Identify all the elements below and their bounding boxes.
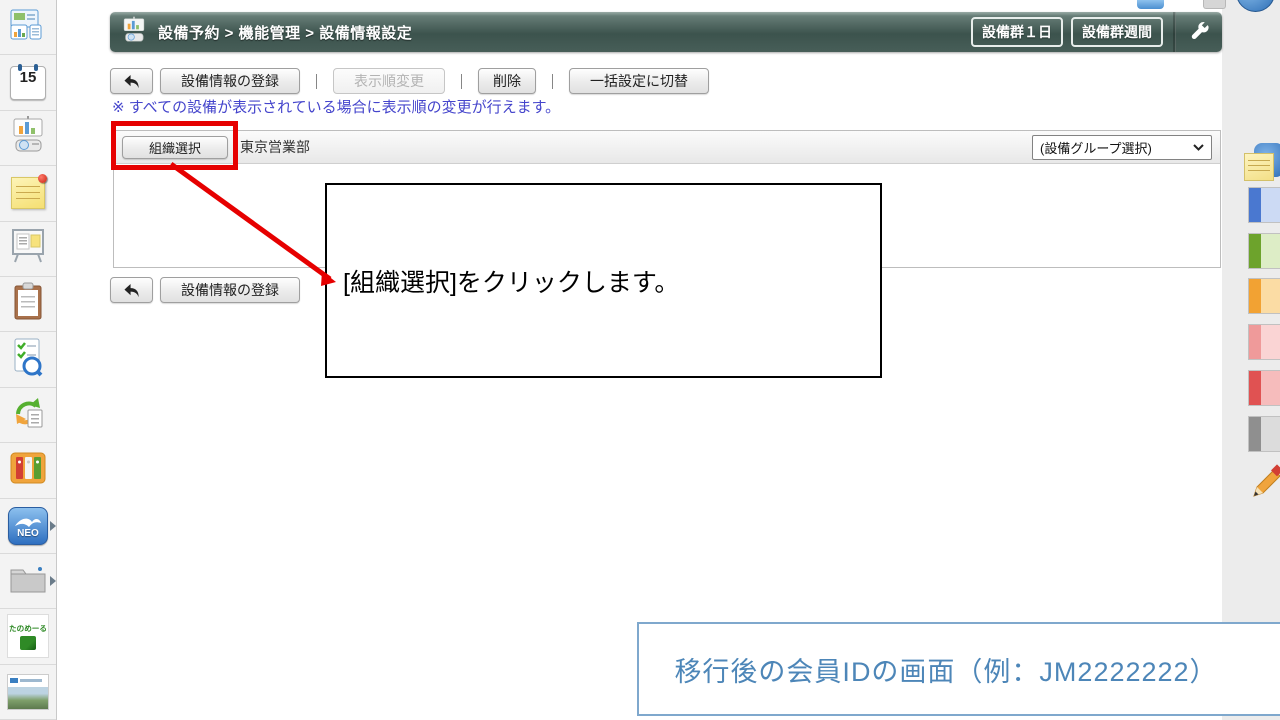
chevron-down-icon [1193, 143, 1204, 151]
calendar-day: 15 [19, 68, 37, 86]
page-title: 設備予約 > 機能管理 > 設備情報設定 [158, 24, 413, 42]
app-header-bar: 設備予約 > 機能管理 > 設備情報設定 設備群１日 設備群週間 [110, 12, 1222, 52]
calendar-icon: 15 [10, 63, 46, 100]
back-arrow-icon [124, 74, 139, 88]
sidebar-item-circulation[interactable] [0, 388, 56, 444]
panel-header-row: 組織選択 東京営業部 (設備グループ選択) [114, 131, 1220, 164]
tanomail-mascot-icon [20, 635, 36, 650]
sidebar-item-todo[interactable] [0, 277, 56, 333]
back-button[interactable] [110, 277, 153, 303]
expand-arrow-icon[interactable] [50, 576, 56, 587]
tanomail-label: たのめーる [9, 624, 47, 633]
reorder-note: ※ すべての設備が表示されている場合に表示順の変更が行えます。 [112, 99, 561, 116]
toolbar-separator: ｜ [309, 73, 325, 91]
neo-label: NEO [17, 527, 39, 539]
sidebar-item-neo[interactable]: NEO [0, 499, 56, 554]
circulation-icon [8, 392, 48, 437]
bulletin-board-icon [8, 227, 48, 270]
bulk-setting-button[interactable]: 一括設定に切替 [569, 68, 710, 94]
facility-icon [120, 16, 148, 49]
reorder-button[interactable]: 表示順変更 [333, 68, 446, 94]
pin-icon [38, 174, 47, 184]
sidebar-item-folder[interactable] [0, 554, 56, 610]
sidebar-item-survey[interactable] [0, 332, 56, 388]
folder-icon [7, 562, 49, 601]
clipboard-icon [10, 282, 46, 327]
pencil-icon[interactable] [1250, 462, 1280, 505]
color-label-red[interactable] [1248, 370, 1280, 406]
cropped-top-icon [1137, 0, 1164, 9]
facility-group-day-button[interactable]: 設備群１日 [971, 17, 1063, 47]
expand-arrow-icon[interactable] [50, 520, 56, 531]
facility-group-week-button[interactable]: 設備群週間 [1071, 17, 1163, 47]
instruction-callout: [組織選択]をクリックします。 [325, 183, 882, 378]
color-label-blue[interactable] [1248, 187, 1280, 223]
facility-group-select-value: (設備グループ選択) [1040, 140, 1152, 156]
sidebar-item-bulletin[interactable] [0, 222, 56, 277]
sidebar-item-schedule[interactable]: 15 [0, 55, 56, 111]
color-label-green[interactable] [1248, 233, 1280, 269]
facility-icon [8, 116, 48, 159]
sidebar-item-photo-ad[interactable] [0, 665, 56, 720]
memo-note-icon [11, 174, 47, 210]
back-button[interactable] [110, 68, 153, 94]
slide-caption-text: 移行後の会員IDの画面（例：JM2222222） [674, 656, 1218, 687]
delete-button[interactable]: 削除 [478, 68, 537, 94]
right-icon-strip [1222, 0, 1280, 720]
back-arrow-icon [124, 283, 139, 297]
toolbar-separator: ｜ [454, 73, 470, 91]
sidebar-item-binder[interactable] [0, 443, 56, 499]
sidebar-item-portal[interactable] [0, 0, 56, 56]
app-sidebar: 15 NEO たのめーる [0, 0, 57, 720]
tanomail-icon: たのめーる [7, 614, 49, 659]
survey-icon [8, 337, 48, 382]
top-toolbar: 設備情報の登録 ｜ 表示順変更 ｜ 削除 ｜ 一括設定に切替 [110, 68, 710, 94]
info-note-icon[interactable] [1244, 143, 1280, 185]
toolbar-separator: ｜ [545, 73, 561, 91]
highlight-rectangle [111, 121, 238, 170]
sidebar-item-tanomail[interactable]: たのめーる [0, 609, 56, 665]
neo-icon: NEO [8, 506, 48, 545]
selected-org-name: 東京営業部 [240, 139, 311, 155]
photo-ad-icon [7, 673, 49, 710]
facility-group-select[interactable]: (設備グループ選択) [1032, 134, 1212, 160]
wrench-icon [1191, 22, 1209, 40]
settings-wrench-button[interactable] [1176, 12, 1222, 52]
color-label-pink[interactable] [1248, 324, 1280, 360]
color-label-orange[interactable] [1248, 278, 1280, 314]
portal-icon [8, 8, 48, 47]
sidebar-item-facility[interactable] [0, 111, 56, 167]
slide-caption-box: 移行後の会員IDの画面（例：JM2222222） [637, 622, 1280, 716]
sidebar-item-memo[interactable] [0, 166, 56, 222]
binder-icon [8, 450, 48, 491]
color-label-gray[interactable] [1248, 416, 1280, 452]
register-facility-button[interactable]: 設備情報の登録 [160, 68, 300, 94]
cropped-top-button [1203, 0, 1226, 9]
instruction-text: [組織選択]をクリックします。 [343, 268, 680, 297]
register-facility-button-bottom[interactable]: 設備情報の登録 [160, 277, 300, 303]
bottom-toolbar: 設備情報の登録 [110, 277, 300, 303]
